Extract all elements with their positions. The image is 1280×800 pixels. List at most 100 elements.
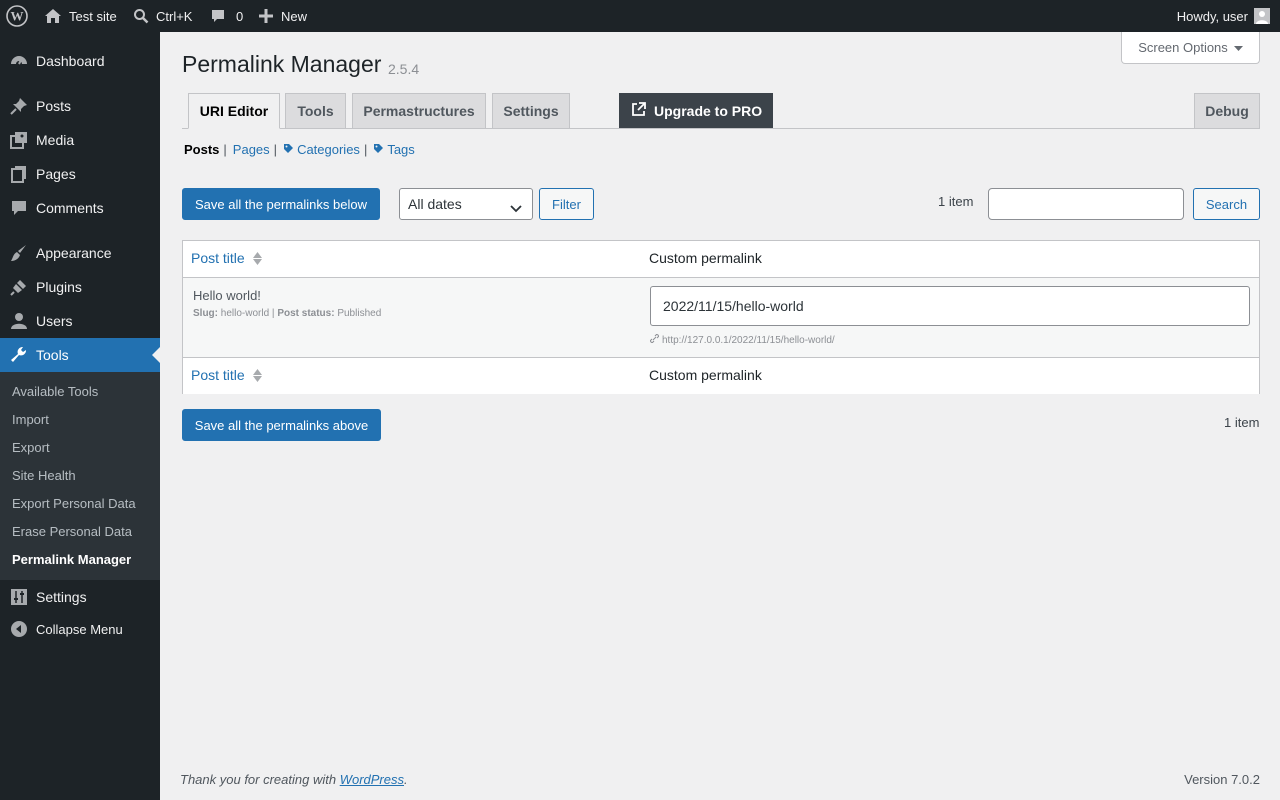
comments-icon xyxy=(9,198,29,218)
sidebar-item-label: Pages xyxy=(36,166,76,182)
content-type-links: Posts | Pages | Categories | Tags xyxy=(184,142,415,157)
main-content: Screen Options Permalink Manager 2.5.4 U… xyxy=(160,32,1280,800)
howdy-text: Howdy, user xyxy=(1176,8,1248,24)
sliders-icon xyxy=(9,587,29,607)
permalink-url: http://127.0.0.1/2022/11/15/hello-world/ xyxy=(662,334,835,346)
sidebar-item-users[interactable]: Users xyxy=(0,304,160,338)
media-icon xyxy=(9,130,29,150)
comment-bubble-icon xyxy=(210,8,226,24)
dates-filter-value: All dates xyxy=(408,196,462,212)
plugin-icon xyxy=(9,277,29,297)
submenu-export[interactable]: Export xyxy=(12,440,50,455)
sidebar-item-appearance[interactable]: Appearance xyxy=(0,236,160,270)
subsub-tags: Tags xyxy=(387,142,415,157)
sidebar-item-media[interactable]: Media xyxy=(0,123,160,157)
sort-arrows-icon xyxy=(252,251,262,265)
external-link-icon xyxy=(631,101,646,120)
sidebar-item-label: Tools xyxy=(36,347,69,363)
tag-icon xyxy=(283,142,294,157)
post-slug: hello-world xyxy=(220,308,270,319)
sort-arrows-icon xyxy=(252,368,262,382)
my-account-link[interactable]: Howdy, user xyxy=(1177,0,1270,32)
subsub-separator: | xyxy=(223,142,227,157)
sidebar-item-tools[interactable]: Tools xyxy=(0,338,160,372)
subsub-tags-link[interactable]: Tags xyxy=(373,142,415,157)
sort-post-title-footer[interactable]: Post title xyxy=(191,367,262,383)
col-custom-permalink: Custom permalink xyxy=(649,250,762,266)
save-permalinks-below-button[interactable]: Save all the permalinks below xyxy=(182,188,380,220)
tab-debug[interactable]: Debug xyxy=(1194,93,1260,129)
search-button[interactable]: Search xyxy=(1193,188,1260,220)
search-input[interactable] xyxy=(988,188,1184,220)
wordpress-link[interactable]: WordPress xyxy=(340,772,404,787)
footer-thanks-suffix: . xyxy=(404,772,408,787)
subsub-categories-link[interactable]: Categories xyxy=(283,142,360,157)
submenu-available-tools[interactable]: Available Tools xyxy=(12,384,98,399)
user-icon xyxy=(9,311,29,331)
footer-thanks-prefix: Thank you for creating with xyxy=(180,772,340,787)
site-name-link[interactable]: Test site xyxy=(44,0,117,32)
sidebar-item-label: Media xyxy=(36,132,75,148)
site-name: Test site xyxy=(69,8,117,24)
slug-label: Slug: xyxy=(193,308,218,319)
save-permalinks-above-button[interactable]: Save all the permalinks above xyxy=(182,409,381,441)
filter-button[interactable]: Filter xyxy=(539,188,594,220)
collapse-icon xyxy=(9,619,29,639)
post-meta: Slug: hello-world | Post status: Publish… xyxy=(193,308,381,319)
collapse-menu-button[interactable]: Collapse Menu xyxy=(0,612,160,646)
sidebar-item-comments[interactable]: Comments xyxy=(0,191,160,225)
sidebar-item-label: Posts xyxy=(36,98,72,114)
sidebar-item-plugins[interactable]: Plugins xyxy=(0,270,160,304)
link-icon xyxy=(650,334,659,346)
pin-icon xyxy=(9,96,29,116)
subsub-pages[interactable]: Pages xyxy=(233,142,270,157)
subsub-posts[interactable]: Posts xyxy=(184,142,219,157)
footer-thanks: Thank you for creating with WordPress. xyxy=(180,772,408,787)
sidebar-item-label: Users xyxy=(36,313,73,329)
sidebar-item-posts[interactable]: Posts xyxy=(0,89,160,123)
sidebar-item-label: Dashboard xyxy=(36,53,105,69)
tab-uri-editor[interactable]: URI Editor xyxy=(188,93,280,129)
search-shortcut[interactable]: Ctrl+K xyxy=(133,0,192,32)
tab-tools[interactable]: Tools xyxy=(285,93,346,129)
permalink-preview[interactable]: http://127.0.0.1/2022/11/15/hello-world/ xyxy=(650,334,835,346)
comments-link[interactable]: 0 xyxy=(210,0,243,32)
submenu-import[interactable]: Import xyxy=(12,412,49,427)
tools-submenu: Available Tools Import Export Site Healt… xyxy=(0,372,160,580)
admin-sidebar: Dashboard Posts Media Pages Comments App… xyxy=(0,32,160,800)
tab-settings[interactable]: Settings xyxy=(492,93,570,129)
col-post-title: Post title xyxy=(191,367,245,383)
new-content-link[interactable]: New xyxy=(259,0,307,32)
sidebar-item-pages[interactable]: Pages xyxy=(0,157,160,191)
footer-version: Version 7.0.2 xyxy=(1184,772,1260,787)
tab-permastructures[interactable]: Permastructures xyxy=(352,93,486,129)
permalinks-table: Post title Custom permalink Hello world!… xyxy=(182,240,1260,394)
items-count-top: 1 item xyxy=(938,194,974,209)
plus-icon xyxy=(259,9,273,23)
table-header: Post title Custom permalink xyxy=(183,241,1259,277)
dates-filter-select[interactable]: All dates xyxy=(399,188,533,220)
table-row: Hello world! Slug: hello-world | Post st… xyxy=(183,277,1259,358)
dashboard-icon xyxy=(9,51,29,71)
screen-options-button[interactable]: Screen Options xyxy=(1121,32,1260,64)
tag-icon xyxy=(373,142,384,157)
search-icon xyxy=(133,8,149,24)
subsub-separator: | xyxy=(363,142,368,157)
svg-text:W: W xyxy=(11,9,24,24)
upgrade-to-pro-button[interactable]: Upgrade to PRO xyxy=(619,93,773,128)
custom-uri-input[interactable]: 2022/11/15/hello-world xyxy=(650,286,1250,326)
admin-bar: W Test site Ctrl+K 0 New Howdy, user xyxy=(0,0,1280,32)
submenu-export-personal-data[interactable]: Export Personal Data xyxy=(12,496,136,511)
sidebar-item-dashboard[interactable]: Dashboard xyxy=(0,44,160,78)
sort-post-title-header[interactable]: Post title xyxy=(191,250,262,266)
submenu-permalink-manager[interactable]: Permalink Manager xyxy=(12,552,131,567)
sidebar-item-label: Plugins xyxy=(36,279,82,295)
sidebar-item-settings[interactable]: Settings xyxy=(0,580,160,614)
wordpress-logo-icon[interactable]: W xyxy=(6,0,30,32)
table-footer: Post title Custom permalink xyxy=(183,358,1259,394)
comments-count: 0 xyxy=(236,8,244,24)
caret-down-icon xyxy=(1233,40,1243,55)
post-status: Published xyxy=(337,308,382,319)
submenu-site-health[interactable]: Site Health xyxy=(12,468,76,483)
submenu-erase-personal-data[interactable]: Erase Personal Data xyxy=(12,524,132,539)
